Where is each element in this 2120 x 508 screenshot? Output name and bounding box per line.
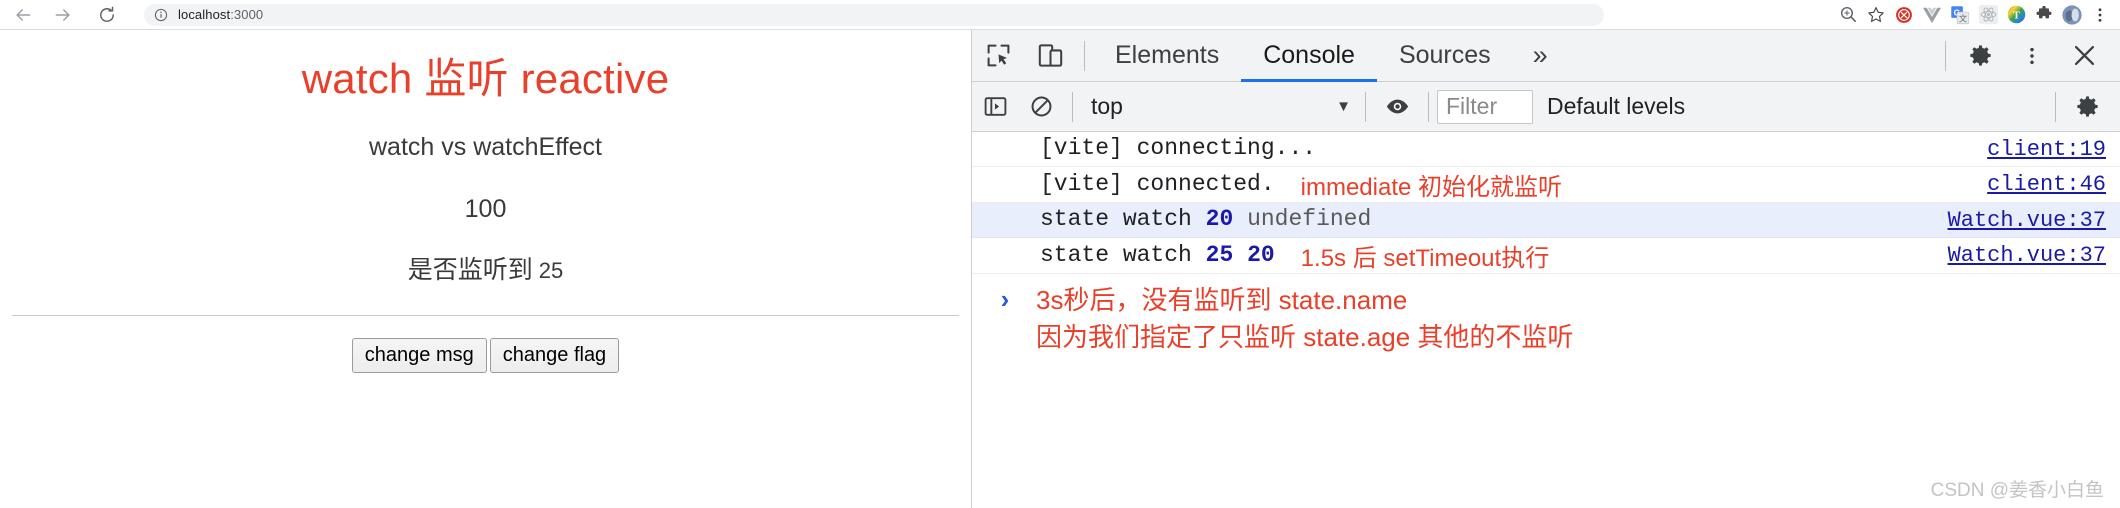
console-toolbar-divider-2 [1365,91,1366,122]
console-message-state-watch-2[interactable]: state watch 25 20 1.5s 后 setTimeout执行 Wa… [972,238,2120,274]
change-msg-button[interactable]: change msg [351,337,487,373]
gear-icon[interactable] [1954,35,2006,77]
message-text-prefix: state watch [1040,206,1206,233]
page-button-group: change msg change flag [12,337,959,373]
console-filter-toolbar: top ▼ Filter Default levels [972,82,2120,132]
back-button[interactable] [8,0,38,30]
console-prompt-input[interactable]: 3s秒后，没有监听到 state.name 因为我们指定了只监听 state.a… [1036,282,1573,356]
page-content: watch 监听 reactive watch vs watchEffect 1… [0,55,971,373]
change-flag-button[interactable]: change flag [489,337,620,373]
more-options-icon[interactable] [2006,35,2058,77]
chevron-down-icon: ▼ [1336,98,1351,115]
clear-console-icon[interactable] [1018,87,1064,127]
toggle-device-toolbar-icon[interactable] [1024,35,1076,77]
arrow-right-icon [55,8,70,21]
toolbar-divider-right [1945,40,1946,71]
color-picker-icon[interactable]: T [2002,1,2030,29]
execution-context-label: top [1091,93,1123,119]
devtools-tabbar: Elements Console Sources » [972,30,2120,82]
url-port: :3000 [230,7,264,22]
page-subtitle: watch vs watchEffect [369,133,602,162]
url-host: localhost [178,7,231,22]
inspect-element-icon[interactable] [972,35,1024,77]
watch-status-label: 是否监听到 [407,256,533,285]
console-toolbar-divider-4 [2055,91,2056,122]
devtools-panel: Elements Console Sources » top ▼ Filter … [971,30,2120,508]
log-levels-select[interactable]: Default levels [1533,93,1699,120]
console-toolbar-divider-3 [1428,91,1429,122]
puzzle-extensions-icon[interactable] [2030,1,2058,29]
close-icon[interactable] [2058,35,2110,77]
address-bar[interactable]: localhost:3000 [144,3,1604,26]
browser-toolbar: localhost:3000 G 文 T [0,0,2120,30]
react-devtools-icon[interactable] [1974,1,2002,29]
page-divider [12,314,959,316]
message-value-new: 25 [1205,241,1234,268]
message-text-prefix: state watch [1040,241,1206,268]
message-text-gap [1233,206,1247,232]
extension-red-icon[interactable] [1890,1,1918,29]
console-message-list: [vite] connecting... client:19 [vite] co… [972,132,2120,508]
message-source-link[interactable]: Watch.vue:37 [1918,243,2106,268]
console-prompt-row[interactable]: › 3s秒后，没有监听到 state.name 因为我们指定了只监听 state… [972,274,2120,364]
message-text: [vite] connected. [1040,170,1275,197]
arrow-left-icon [16,8,31,21]
live-expression-eye-icon[interactable] [1374,87,1420,127]
reload-icon [100,6,114,22]
zoom-icon[interactable] [1834,1,1862,29]
chrome-menu-icon[interactable] [2086,1,2114,29]
filter-placeholder: Filter [1446,93,1498,119]
reload-button[interactable] [92,0,122,30]
toolbar-divider [1084,40,1085,71]
devtools-tabbar-right [1937,35,2120,77]
message-annotation: 1.5s 后 setTimeout执行 [1300,245,1550,272]
message-text-gap [1233,242,1247,268]
svg-text:文: 文 [1959,13,1968,23]
google-translate-icon[interactable]: G 文 [1946,1,1974,29]
prompt-chevron-icon: › [1000,284,1010,314]
console-message-state-watch-1[interactable]: state watch 20 undefined Watch.vue:37 [972,203,2120,238]
profile-avatar-icon[interactable] [2058,1,2086,29]
execution-context-select[interactable]: top ▼ [1081,90,1357,124]
watch-status-line: 是否监听到 25 [12,256,959,285]
vue-devtools-icon[interactable] [1918,1,1946,29]
message-value-old: 20 [1205,206,1234,233]
console-toolbar-right [2047,87,2120,127]
svg-text:T: T [2012,10,2019,21]
prompt-annotation-line-2: 因为我们指定了只监听 state.age 其他的不监听 [1036,321,1574,352]
message-text: state watch 20 undefined [1040,204,1371,235]
info-circle-icon[interactable] [154,8,168,22]
tab-elements[interactable]: Elements [1093,30,1241,82]
message-annotation: immediate 初始化就监听 [1300,174,1563,201]
tab-console[interactable]: Console [1241,30,1377,82]
url-text: localhost:3000 [178,8,263,21]
message-value-old: 20 [1247,241,1275,268]
watch-status-value: 25 [538,258,564,284]
console-message-vite-connected[interactable]: [vite] connected. immediate 初始化就监听 clien… [972,167,2120,203]
tab-sources[interactable]: Sources [1377,30,1513,82]
console-sidebar-icon[interactable] [972,87,1018,127]
count-value: 100 [464,194,507,223]
console-message-vite-connecting[interactable]: [vite] connecting... client:19 [972,132,2120,167]
console-settings-gear-icon[interactable] [2064,87,2110,127]
forward-button[interactable] [48,0,78,30]
page-viewport: watch 监听 reactive watch vs watchEffect 1… [0,30,971,508]
message-source-link[interactable]: client:19 [1957,137,2106,162]
message-value-undefined: undefined [1247,206,1372,233]
message-source-link[interactable]: Watch.vue:37 [1918,208,2106,233]
bookmark-star-icon[interactable] [1862,1,1890,29]
message-text: [vite] connecting... [1040,135,1317,162]
console-toolbar-divider-1 [1072,91,1073,122]
message-source-link[interactable]: client:46 [1957,172,2106,197]
prompt-annotation-line-1: 3s秒后，没有监听到 state.name [1036,285,1408,315]
page-title: watch 监听 reactive [301,55,670,102]
filter-input[interactable]: Filter [1437,89,1533,124]
browser-actions: G 文 T [1834,1,2120,29]
message-text: state watch 25 20 [1040,240,1275,271]
more-tabs-chevron-icon[interactable]: » [1513,30,1568,82]
